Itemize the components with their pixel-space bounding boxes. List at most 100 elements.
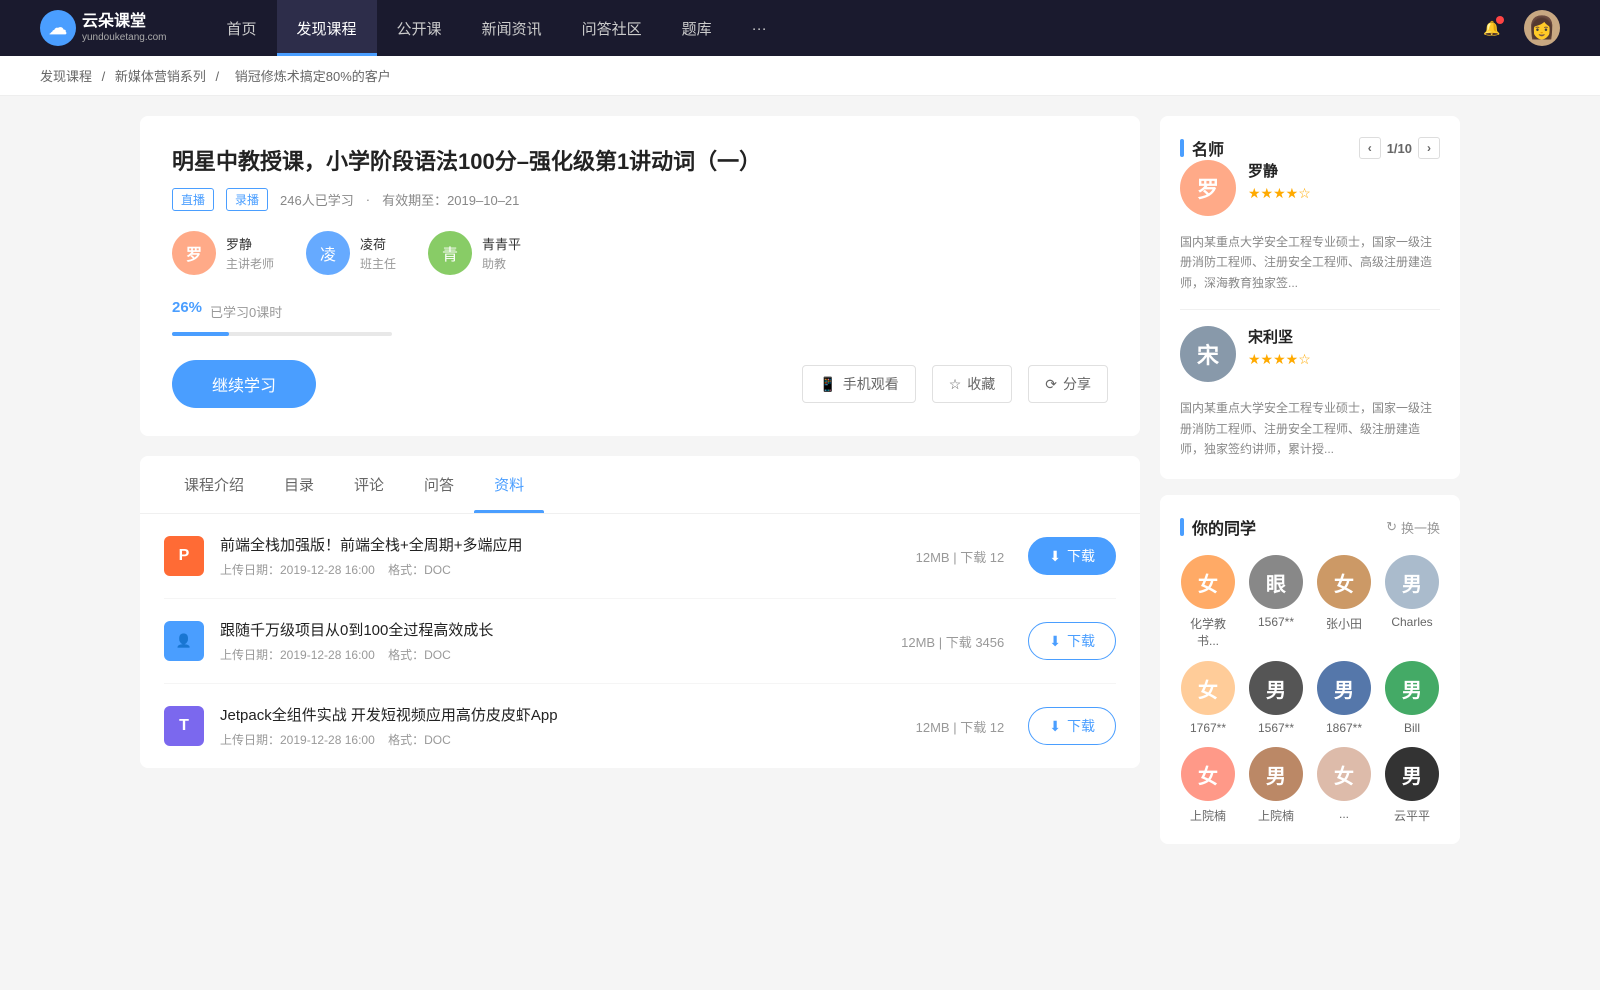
nav-news[interactable]: 新闻资讯 [462,0,562,56]
classmate-10[interactable]: 男 上院楠 [1248,747,1304,824]
classmate-3[interactable]: 女 张小田 [1316,555,1372,649]
classmate-9[interactable]: 女 上院楠 [1180,747,1236,824]
breadcrumb-current: 销冠修炼术搞定80%的客户 [235,69,391,84]
progress-bar-fill [172,332,229,336]
sidebar-teacher-1-avatar: 罗 [1180,160,1236,216]
resource-title-3: Jetpack全组件实战 开发短视频应用高仿皮皮虾App [220,704,916,725]
learners-count: 246人已学习 [280,190,354,209]
nav-items: 首页 发现课程 公开课 新闻资讯 问答社区 题库 ··· [207,0,1476,56]
classmate-4-name: Charles [1391,615,1432,629]
tab-catalog[interactable]: 目录 [264,456,334,513]
classmate-1[interactable]: 女 化学教书... [1180,555,1236,649]
teachers-card: 名师 ‹ 1/10 › 罗 罗静 ★★★★☆ 国内某重点大学安全工程专业硕士，国… [1160,116,1460,479]
breadcrumb-link-1[interactable]: 发现课程 [40,69,92,84]
share-label: 分享 [1063,374,1091,394]
action-row: 继续学习 📱 手机观看 ☆ 收藏 ⟳ 分享 [172,360,1108,408]
classmate-2-name: 1567** [1258,615,1294,629]
tab-qa[interactable]: 问答 [404,456,474,513]
resource-meta-2: 上传日期：2019-12-28 16:00 格式：DOC [220,646,901,663]
nav-qa[interactable]: 问答社区 [562,0,662,56]
classmate-12-name: 云平平 [1394,807,1430,824]
classmate-8-avatar: 男 [1385,661,1439,715]
classmate-12-avatar: 男 [1385,747,1439,801]
tab-resource[interactable]: 资料 [474,456,544,513]
favorite-btn[interactable]: ☆ 收藏 [932,365,1013,403]
classmate-12[interactable]: 男 云平平 [1384,747,1440,824]
sidebar-teacher-2-name: 宋利坚 [1248,326,1440,347]
nav-home[interactable]: 首页 [207,0,277,56]
classmate-5[interactable]: 女 1767** [1180,661,1236,735]
resource-item-2: 👤 跟随千万级项目从0到100全过程高效成长 上传日期：2019-12-28 1… [164,599,1116,684]
teacher-2-name: 凌荷 [360,234,396,253]
notification-dot [1496,16,1504,24]
teacher-1-avatar: 罗 [172,231,216,275]
logo[interactable]: ☁ 云朵课堂 yundouketang.com [40,10,167,46]
mobile-watch-label: 手机观看 [843,374,899,394]
classmate-4[interactable]: 男 Charles [1384,555,1440,649]
resource-meta-3: 上传日期：2019-12-28 16:00 格式：DOC [220,731,916,748]
resource-item-1: P 前端全栈加强版！前端全栈+全周期+多端应用 上传日期：2019-12-28 … [164,514,1116,599]
breadcrumb-sep-1: / [102,69,109,84]
teacher-2-info: 凌荷 班主任 [360,234,396,272]
nav-opencourse[interactable]: 公开课 [377,0,462,56]
nav-right: 🔔 👩 [1476,10,1560,46]
resource-icon-3: T [164,706,204,746]
classmate-8[interactable]: 男 Bill [1384,661,1440,735]
mobile-watch-btn[interactable]: 📱 手机观看 [802,365,915,403]
download-label-2: 下载 [1067,631,1095,651]
classmate-11[interactable]: 女 ... [1316,747,1372,824]
share-btn[interactable]: ⟳ 分享 [1028,365,1108,403]
classmate-4-avatar: 男 [1385,555,1439,609]
resource-date-3: 上传日期：2019-12-28 16:00 [220,733,375,747]
user-avatar[interactable]: 👩 [1524,10,1560,46]
teacher-2-role: 班主任 [360,255,396,272]
teacher-1: 罗 罗静 主讲老师 [172,231,274,275]
badge-live: 直播 [172,188,214,211]
download-btn-3[interactable]: ⬇ 下载 [1028,707,1116,745]
classmate-3-avatar: 女 [1317,555,1371,609]
star-icon: ☆ [949,376,962,393]
download-icon-1: ⬇ [1049,548,1061,565]
logo-icon: ☁ [40,10,76,46]
teacher-3: 青 青青平 助教 [428,231,521,275]
prev-teacher-btn[interactable]: ‹ [1359,137,1381,159]
teachers-list: 罗 罗静 主讲老师 凌 凌荷 班主任 青 青青平 [172,231,1108,275]
resource-date-1: 上传日期：2019-12-28 16:00 [220,563,375,577]
resource-meta-1: 上传日期：2019-12-28 16:00 格式：DOC [220,561,916,578]
sidebar-teacher-2-desc: 国内某重点大学安全工程专业硕士，国家一级注册消防工程师、注册安全工程师、级注册建… [1180,398,1440,459]
notification-bell[interactable]: 🔔 [1476,12,1508,44]
download-icon-2: ⬇ [1049,633,1061,650]
download-btn-2[interactable]: ⬇ 下载 [1028,622,1116,660]
classmates-card: 你的同学 ↻ 换一换 女 化学教书... 眼 1567** 女 张 [1160,495,1460,844]
sidebar-teacher-2: 宋 宋利坚 ★★★★☆ [1180,326,1440,382]
nav-exam[interactable]: 题库 [662,0,732,56]
classmate-5-name: 1767** [1190,721,1226,735]
teacher-2-avatar: 凌 [306,231,350,275]
download-icon-3: ⬇ [1049,718,1061,735]
classmate-7[interactable]: 男 1867** [1316,661,1372,735]
navbar: ☁ 云朵课堂 yundouketang.com 首页 发现课程 公开课 新闻资讯… [0,0,1600,56]
resource-date-2: 上传日期：2019-12-28 16:00 [220,648,375,662]
refresh-icon: ↻ [1386,519,1397,535]
classmate-2[interactable]: 眼 1567** [1248,555,1304,649]
nav-discover[interactable]: 发现课程 [277,0,377,56]
course-title: 明星中教授课，小学阶段语法100分–强化级第1讲动词（一） [172,144,1108,176]
logo-text: 云朵课堂 yundouketang.com [82,12,167,43]
breadcrumb: 发现课程 / 新媒体营销系列 / 销冠修炼术搞定80%的客户 [0,56,1600,96]
tab-intro[interactable]: 课程介绍 [164,456,264,513]
classmate-6[interactable]: 男 1567** [1248,661,1304,735]
resource-format-2: 格式：DOC [388,648,451,662]
next-teacher-btn[interactable]: › [1418,137,1440,159]
main-container: 明星中教授课，小学阶段语法100分–强化级第1讲动词（一） 直播 录播 246人… [100,96,1500,880]
sidebar-teacher-1-info: 罗静 ★★★★☆ [1248,160,1440,202]
download-btn-1[interactable]: ⬇ 下载 [1028,537,1116,575]
teacher-3-avatar: 青 [428,231,472,275]
continue-button[interactable]: 继续学习 [172,360,316,408]
refresh-btn[interactable]: ↻ 换一换 [1386,518,1440,537]
classmate-6-name: 1567** [1258,721,1294,735]
breadcrumb-link-2[interactable]: 新媒体营销系列 [115,69,206,84]
tab-review[interactable]: 评论 [334,456,404,513]
nav-more[interactable]: ··· [732,0,787,56]
resource-format-3: 格式：DOC [388,733,451,747]
progress-pct: 26% [172,299,202,316]
